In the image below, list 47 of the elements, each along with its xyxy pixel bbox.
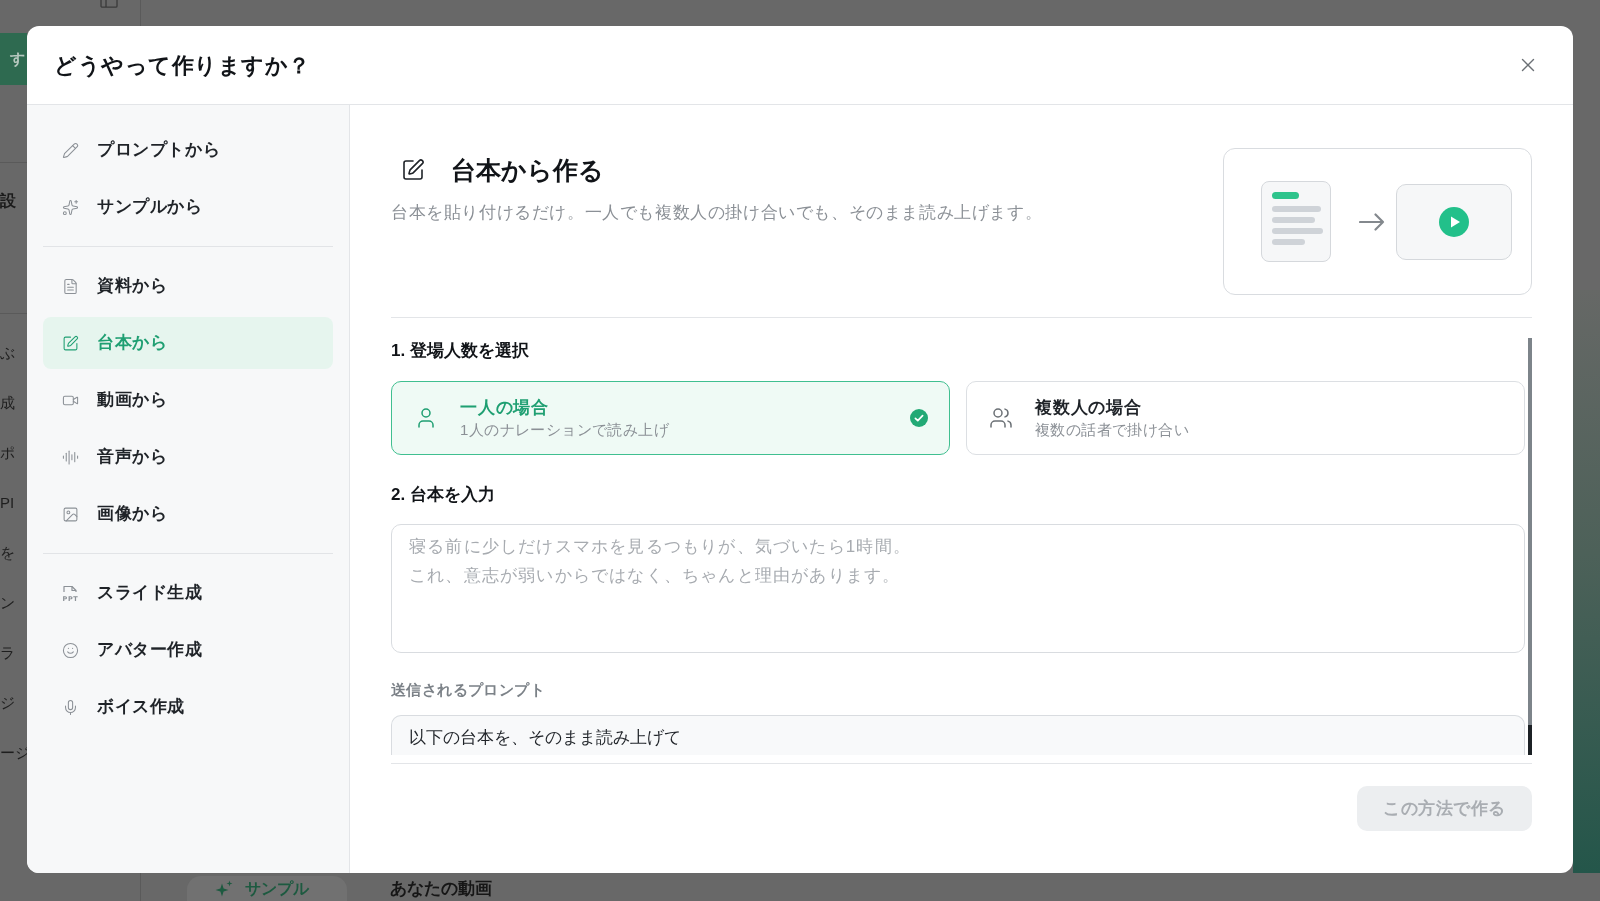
sidebar-item[interactable]: 画像から xyxy=(43,488,333,540)
sidebar-item[interactable]: サンプルから xyxy=(43,181,333,233)
sample-button[interactable]: サンプル xyxy=(187,876,347,901)
script-input[interactable]: 寝る前に少しだけスマホを見るつもりが、気づいたら1時間。これ、意志が弱いからではなく、ちゃんと理由があります。 xyxy=(391,524,1525,653)
sparkles-icon xyxy=(62,198,79,216)
option-card[interactable]: 一人の場合 1人のナレーションで読み上げ xyxy=(391,381,950,455)
play-icon xyxy=(1439,206,1469,237)
nav-item[interactable]: を xyxy=(0,543,15,563)
dialog-title: どうやって作りますか？ xyxy=(54,51,311,80)
nav-item[interactable]: ポ xyxy=(0,443,15,463)
nav-item[interactable]: PI xyxy=(0,493,15,513)
nav-item[interactable]: 成 xyxy=(0,393,15,413)
nav-item[interactable]: ラ xyxy=(0,643,15,663)
sidebar-item[interactable]: ボイス作成 xyxy=(43,681,333,733)
edit-icon xyxy=(401,158,425,182)
image-icon xyxy=(62,505,79,523)
sparkles-icon xyxy=(215,879,233,898)
microphone-icon xyxy=(62,698,79,716)
scrollbar-thumb[interactable] xyxy=(1528,725,1532,755)
sidebar-item[interactable]: 資料から xyxy=(43,260,333,312)
option-card[interactable]: 複数人の場合 複数の話者で掛け合い xyxy=(966,381,1525,455)
sidebar-item[interactable]: 動画から xyxy=(43,374,333,426)
pencil-icon xyxy=(62,141,79,159)
sidebar-item[interactable]: アバター作成 xyxy=(43,624,333,676)
nav-heading: 設 xyxy=(0,191,17,211)
document-icon xyxy=(62,277,79,295)
smile-icon xyxy=(62,641,79,659)
section-heading: 1. 登場人数を選択 xyxy=(391,340,530,362)
sidebar-item[interactable]: 台本から xyxy=(43,317,333,369)
people-icon xyxy=(989,406,1013,430)
section-title: あなたの動画 xyxy=(390,879,492,899)
sidebar-item[interactable]: 音声から xyxy=(43,431,333,483)
sidebar-item[interactable]: プロンプトから xyxy=(43,124,333,176)
audio-waveform-icon xyxy=(62,448,79,466)
edit-icon xyxy=(62,334,79,352)
nav-item[interactable]: ン xyxy=(0,593,15,613)
prompt-label: 送信されるプロンプト xyxy=(391,680,546,700)
arrow-icon xyxy=(1359,212,1385,231)
prompt-preview: 以下の台本を、そのまま読み上げて xyxy=(391,715,1525,755)
action-button[interactable]: す xyxy=(0,33,27,85)
content-title: 台本から作る xyxy=(451,155,604,186)
nav-item[interactable]: ぶ xyxy=(0,343,15,363)
nav-item[interactable]: ジ xyxy=(0,693,15,713)
content-description: 台本を貼り付けるだけ。一人でも複数人の掛け合いでも、そのまま読み上げます。 xyxy=(391,202,1043,224)
section-heading: 2. 台本を入力 xyxy=(391,484,496,506)
scrollbar-track[interactable] xyxy=(1528,338,1532,755)
check-circle-icon xyxy=(910,409,928,427)
